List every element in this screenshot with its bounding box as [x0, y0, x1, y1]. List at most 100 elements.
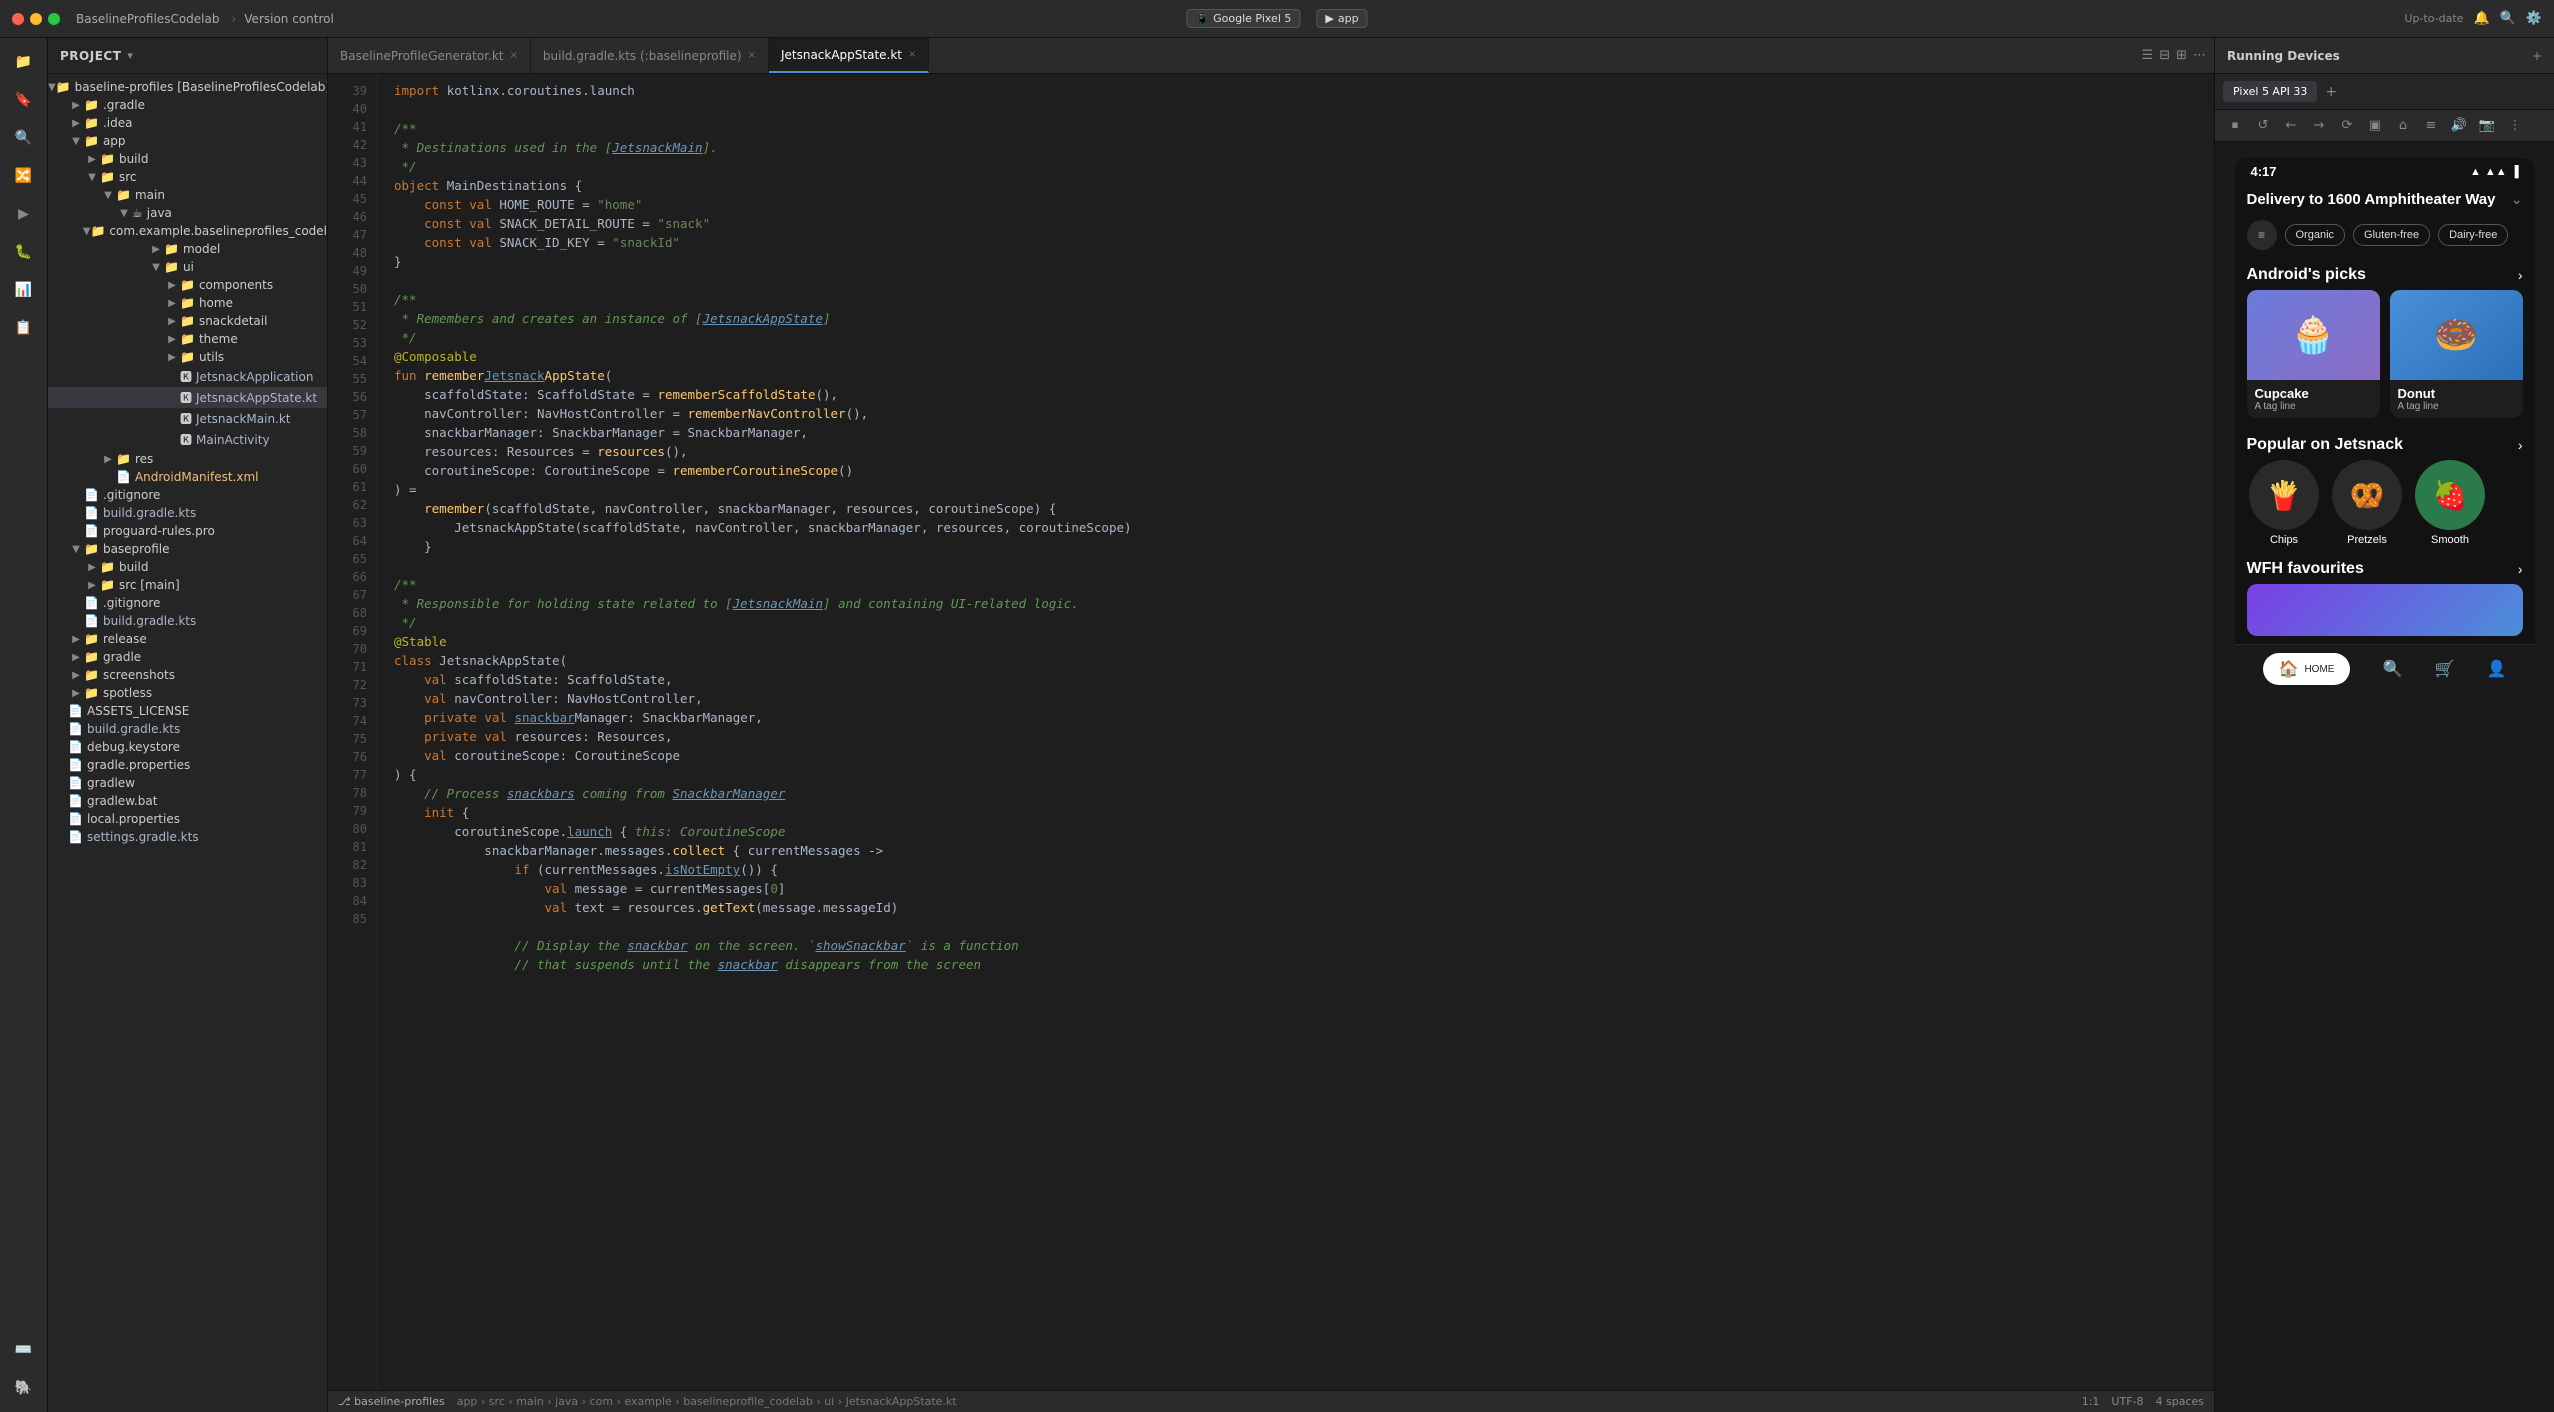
tree-item-jetsnack-appstate[interactable]: ▶ 🅺 JetsnackAppState.kt: [48, 387, 327, 408]
filter-icon[interactable]: ≡: [2247, 220, 2277, 250]
more-icon[interactable]: ⋯: [2193, 48, 2206, 63]
tree-item-manifest[interactable]: ▶ 📄 AndroidManifest.xml: [48, 468, 327, 486]
vcs-icon[interactable]: 🔀: [6, 160, 42, 192]
gradle-icon[interactable]: 🐘: [6, 1372, 42, 1404]
terminal-icon[interactable]: ⌨️: [6, 1334, 42, 1366]
tree-item-utils[interactable]: ▶ 📁 utils: [48, 348, 327, 366]
delivery-header[interactable]: Delivery to 1600 Amphitheater Way ⌄: [2235, 183, 2535, 216]
tree-item-bp-build[interactable]: ▶ 📁 build: [48, 558, 327, 576]
popular-pretzels[interactable]: 🥨 Pretzels: [2330, 460, 2405, 546]
tree-item-bp-gitignore[interactable]: 📄 .gitignore: [48, 594, 327, 612]
nav-search[interactable]: 🔍: [2383, 659, 2403, 679]
tab-close-icon[interactable]: ×: [748, 50, 756, 61]
tree-item-src[interactable]: ▼ 📁 src: [48, 168, 327, 186]
popular-chips[interactable]: 🍟 Chips: [2247, 460, 2322, 546]
maximize-button[interactable]: [48, 13, 60, 25]
back-icon[interactable]: ←: [2279, 114, 2303, 138]
split-horiz-icon[interactable]: ⊟: [2159, 48, 2170, 63]
nav-home[interactable]: 🏠 HOME: [2263, 653, 2351, 685]
tree-item-com-example[interactable]: ▼ 📁 com.example.baselineprofiles_codel: [48, 222, 327, 240]
wfh-arrow-icon[interactable]: ›: [2518, 561, 2523, 577]
code-editor[interactable]: import kotlinx.coroutines.launch /** * D…: [378, 74, 2214, 1390]
tree-item-build-gradle[interactable]: ▶ 📄 build.gradle.kts: [48, 504, 327, 522]
rerun-icon[interactable]: ↺: [2251, 114, 2275, 138]
tree-item-root-build-gradle[interactable]: 📄 build.gradle.kts: [48, 720, 327, 738]
run-icon[interactable]: ▶: [6, 198, 42, 230]
tab-build-gradle[interactable]: build.gradle.kts (:baselineprofile) ×: [531, 38, 769, 73]
rd-tab-add-icon[interactable]: +: [2325, 84, 2337, 100]
tree-item-spotless[interactable]: ▶ 📁 spotless: [48, 684, 327, 702]
fold-icon[interactable]: ▣: [2363, 114, 2387, 138]
tree-item-release[interactable]: ▶ 📁 release: [48, 630, 327, 648]
tree-item-idea[interactable]: ▶ 📁 .idea: [48, 114, 327, 132]
rotate-icon[interactable]: ⟳: [2335, 114, 2359, 138]
settings-icon[interactable]: ⚙️: [2526, 11, 2542, 26]
tree-item-gradle-props[interactable]: 📄 gradle.properties: [48, 756, 327, 774]
tree-item-home[interactable]: ▶ 📁 home: [48, 294, 327, 312]
profiler-icon[interactable]: 📊: [6, 274, 42, 306]
git-branch[interactable]: ⎇ baseline-profiles: [338, 1395, 445, 1408]
tab-jetsnack-appstate[interactable]: JetsnackAppState.kt ×: [769, 38, 929, 73]
home-nav-icon[interactable]: ⌂: [2391, 114, 2415, 138]
bookmarks-icon[interactable]: 🔖: [6, 84, 42, 116]
notifications-icon[interactable]: 🔔: [2473, 11, 2489, 26]
traffic-lights[interactable]: [12, 13, 60, 25]
close-button[interactable]: [12, 13, 24, 25]
nav-cart[interactable]: 🛒: [2435, 659, 2455, 679]
tree-item-settings-gradle[interactable]: 📄 settings.gradle.kts: [48, 828, 327, 846]
filter-gluten-free[interactable]: Gluten-free: [2353, 224, 2430, 246]
tree-item-ui[interactable]: ▼ 📁 ui: [48, 258, 327, 276]
tree-item-build[interactable]: ▶ 📁 build: [48, 150, 327, 168]
androids-picks-arrow-icon[interactable]: ›: [2518, 267, 2523, 283]
wfh-item[interactable]: [2247, 584, 2523, 636]
popular-arrow-icon[interactable]: ›: [2518, 437, 2523, 453]
tab-close-icon[interactable]: ×: [908, 49, 916, 60]
split-vert-icon[interactable]: ⊞: [2176, 48, 2187, 63]
find-icon[interactable]: 🔍: [6, 122, 42, 154]
tree-item-main[interactable]: ▼ 📁 main: [48, 186, 327, 204]
project-icon[interactable]: 📁: [6, 46, 42, 78]
filter-dairy-free[interactable]: Dairy-free: [2438, 224, 2508, 246]
stop-icon[interactable]: ⏹: [2223, 114, 2247, 138]
editor-content[interactable]: 3940414243 4445464748 4950515253 5455565…: [328, 74, 2214, 1390]
version-control-label[interactable]: Version control: [244, 12, 334, 26]
tree-item-assets-license[interactable]: 📄 ASSETS_LICENSE: [48, 702, 327, 720]
filter-organic[interactable]: Organic: [2285, 224, 2346, 246]
popular-smooth[interactable]: 🍓 Smooth: [2413, 460, 2488, 546]
tree-item-app[interactable]: ▼ 📁 app: [48, 132, 327, 150]
tree-item-gitignore[interactable]: ▶ 📄 .gitignore: [48, 486, 327, 504]
tree-item-gradlew-bat[interactable]: 📄 gradlew.bat: [48, 792, 327, 810]
tree-item-theme[interactable]: ▶ 📁 theme: [48, 330, 327, 348]
tree-item-res[interactable]: ▶ 📁 res: [48, 450, 327, 468]
tree-item-main-activity[interactable]: ▶ 🅺 MainActivity: [48, 429, 327, 450]
tree-item-baseprofile[interactable]: ▼ 📁 baseprofile: [48, 540, 327, 558]
delivery-chevron-icon[interactable]: ⌄: [2511, 191, 2523, 208]
search-everywhere-icon[interactable]: 🔍: [2500, 11, 2516, 26]
minimize-button[interactable]: [30, 13, 42, 25]
run-config-badge[interactable]: ▶ app: [1316, 9, 1367, 28]
tree-item-screenshots[interactable]: ▶ 📁 screenshots: [48, 666, 327, 684]
rd-header-close-icon[interactable]: +: [2532, 49, 2542, 63]
pixel-device-badge[interactable]: 📱 Google Pixel 5: [1186, 9, 1300, 28]
tree-item-bp-src[interactable]: ▶ 📁 src [main]: [48, 576, 327, 594]
layout-toggle-icon[interactable]: ☰: [2142, 48, 2154, 63]
tree-item-model[interactable]: ▶ 📁 model: [48, 240, 327, 258]
rd-tab-pixel5[interactable]: Pixel 5 API 33: [2223, 81, 2317, 102]
tree-item-proguard[interactable]: ▶ 📄 proguard-rules.pro: [48, 522, 327, 540]
tree-item-gradle-hidden[interactable]: ▶ 📁 .gradle: [48, 96, 327, 114]
volume-icon[interactable]: 🔊: [2447, 114, 2471, 138]
cupcake-card[interactable]: 🧁 Cupcake A tag line: [2247, 290, 2380, 418]
tree-item-gradlew[interactable]: 📄 gradlew: [48, 774, 327, 792]
forward-icon[interactable]: →: [2307, 114, 2331, 138]
file-tree-content[interactable]: ▼ 📁 baseline-profiles [BaselineProfilesC…: [48, 74, 327, 1412]
tree-item-debug-keystore[interactable]: 📄 debug.keystore: [48, 738, 327, 756]
tab-baseline-profile-gen[interactable]: BaselineProfileGenerator.kt ×: [328, 38, 531, 73]
logcat-icon[interactable]: 📋: [6, 312, 42, 344]
debug-icon[interactable]: 🐛: [6, 236, 42, 268]
more-vert-icon[interactable]: ⋮: [2503, 114, 2527, 138]
tree-item-components[interactable]: ▶ 📁 components: [48, 276, 327, 294]
tree-item-java[interactable]: ▼ ☕ java: [48, 204, 327, 222]
menu-icon[interactable]: ≡: [2419, 114, 2443, 138]
tree-item-snackdetail[interactable]: ▶ 📁 snackdetail: [48, 312, 327, 330]
tree-item-bp-gradle[interactable]: 📄 build.gradle.kts: [48, 612, 327, 630]
